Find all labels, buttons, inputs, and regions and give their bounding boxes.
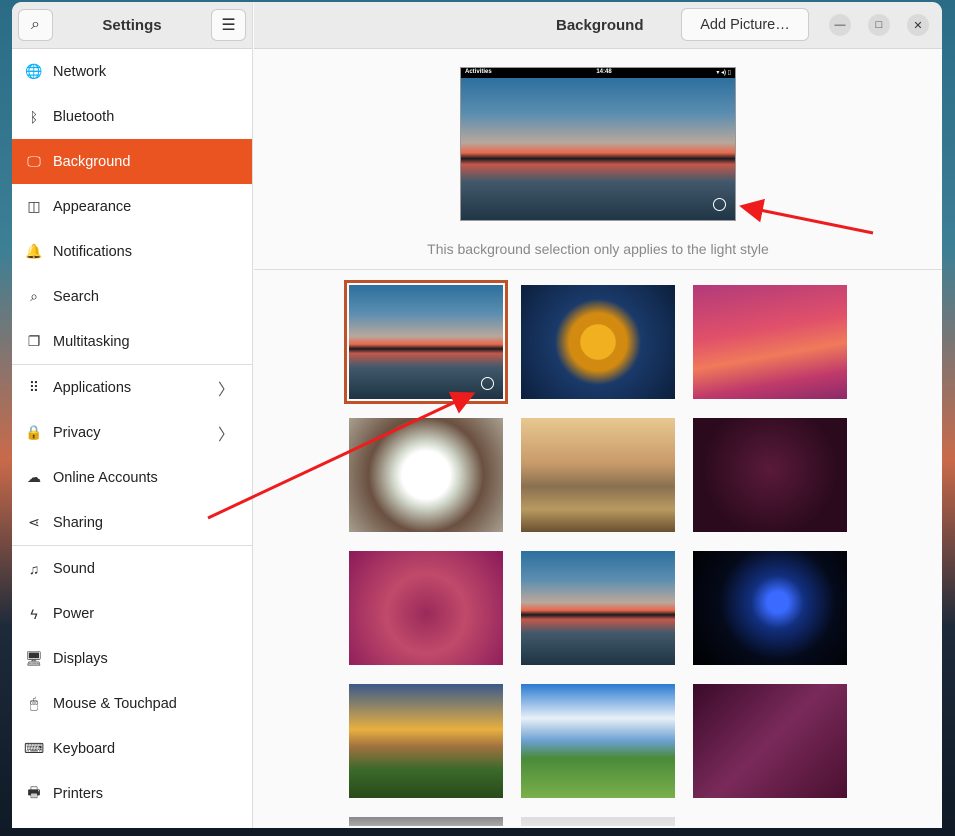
annotation-arrows — [207, 198, 874, 520]
arrow-to-preview — [739, 198, 874, 235]
arrow-to-selected-thumb — [207, 391, 476, 520]
